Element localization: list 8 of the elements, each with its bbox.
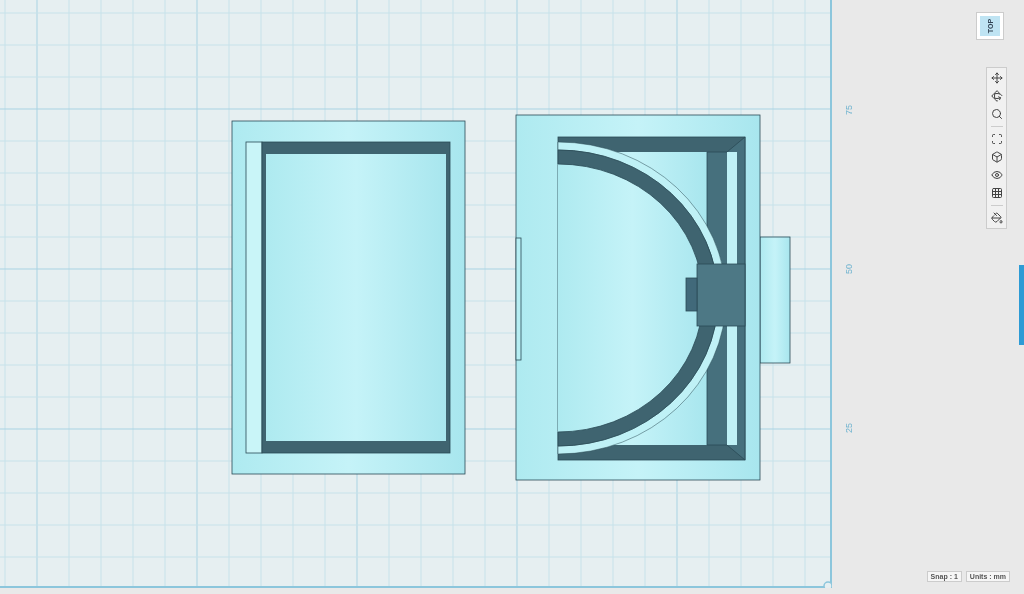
ruler-label: 25 bbox=[844, 423, 854, 433]
origin-icon bbox=[823, 581, 832, 588]
paint-bucket-icon[interactable] bbox=[988, 210, 1005, 226]
ruler-label: 75 bbox=[844, 105, 854, 115]
viewport-canvas[interactable] bbox=[0, 0, 832, 588]
panel-toggle[interactable] bbox=[1019, 265, 1024, 345]
orbit-icon[interactable] bbox=[988, 88, 1005, 104]
ruler-label: 50 bbox=[844, 264, 854, 274]
